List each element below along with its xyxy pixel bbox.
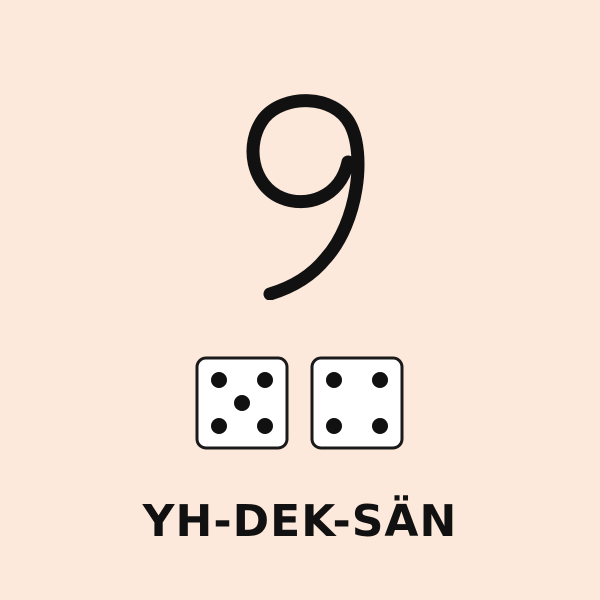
numeral-nine-stroke [246,94,365,300]
die-four [310,356,404,450]
die-pip [326,418,342,434]
dice-row [195,356,405,450]
die-face [310,356,404,450]
die-pip [326,372,342,388]
pronunciation-caption: YH-DEK-SÄN [142,496,458,547]
die-pip [234,395,250,411]
numeral-nine [246,94,365,300]
die-pip [257,418,273,434]
die-pip [372,372,388,388]
die-pip [372,418,388,434]
die-five [195,356,289,450]
die-pip [257,372,273,388]
die-pip [211,418,227,434]
die-pip [211,372,227,388]
